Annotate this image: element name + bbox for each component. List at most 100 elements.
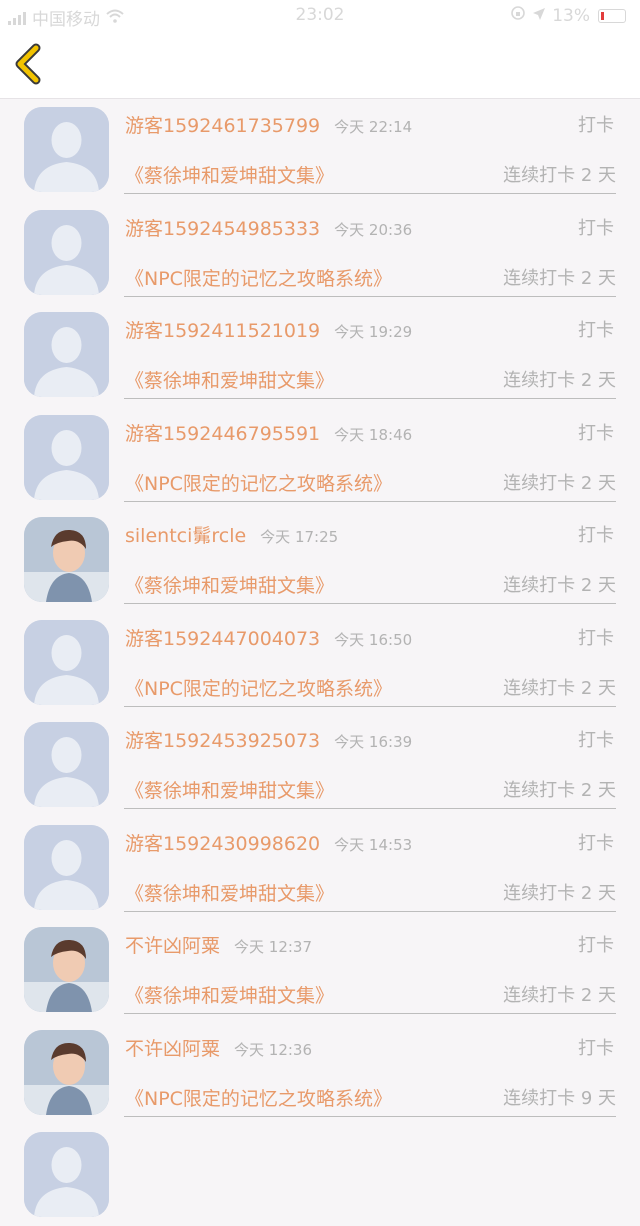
default-avatar-icon[interactable] bbox=[24, 1132, 109, 1217]
row-divider bbox=[124, 1013, 616, 1014]
row-divider bbox=[124, 398, 616, 399]
user-name[interactable]: 游客1592447004073 bbox=[125, 628, 320, 650]
list-item[interactable]: 游客1592446795591 今天 18:46 打卡《NPC限定的记忆之攻略系统》… bbox=[0, 407, 640, 509]
status-right: 13% bbox=[510, 5, 626, 26]
row-divider bbox=[124, 295, 616, 297]
checkin-streak: 连续打卡 2 天 bbox=[503, 370, 616, 391]
list-item[interactable]: 游客1592453925073 今天 16:39 打卡 《蔡徐坤和爱坤甜文集》 连续打卡… bbox=[0, 714, 640, 816]
book-title-link[interactable]: 《蔡徐坤和爱坤甜文集》 bbox=[125, 366, 334, 393]
checkin-streak: 连续打卡 2 天 bbox=[503, 472, 616, 494]
checkin-streak: 连续打卡 2 天 bbox=[503, 985, 616, 1006]
checkin-streak: 连续打卡 2 天 bbox=[503, 267, 616, 289]
checkin-time: 今天 16:39 bbox=[334, 733, 413, 751]
book-title-link[interactable]: 《NPC限定的记忆之攻略系统》 bbox=[125, 1084, 392, 1111]
default-avatar-icon[interactable] bbox=[24, 312, 109, 397]
checkin-streak: 连续打卡 2 天 bbox=[503, 165, 616, 186]
user-photo-avatar[interactable] bbox=[24, 927, 109, 1012]
back-button[interactable] bbox=[10, 40, 50, 88]
row-divider bbox=[124, 193, 616, 194]
checkin-time: 今天 22:14 bbox=[334, 118, 413, 136]
checkin-action-label: 打卡 bbox=[578, 1037, 614, 1059]
back-arrow-icon bbox=[15, 43, 41, 85]
navigation-bar bbox=[0, 30, 640, 99]
user-name-line: 游客1592430998620 今天 14:53 bbox=[125, 829, 412, 856]
book-title-link[interactable]: 《NPC限定的记忆之攻略系统》 bbox=[125, 674, 392, 701]
list-item[interactable]: 游客1592454985333 今天 20:36 打卡《NPC限定的记忆之攻略系统》… bbox=[0, 202, 640, 304]
orientation-lock-icon bbox=[510, 5, 526, 26]
user-name-line: 游客1592447004073 今天 16:50 bbox=[125, 624, 412, 651]
user-name-line: 游客1592461735799 今天 22:14 bbox=[125, 111, 412, 138]
user-photo-avatar[interactable] bbox=[24, 1029, 109, 1115]
row-divider bbox=[124, 500, 616, 502]
checkin-time: 今天 12:37 bbox=[234, 938, 313, 956]
checkin-action-label: 打卡 bbox=[578, 627, 614, 649]
user-name-line: 不许凶阿粟 今天 12:36 bbox=[125, 1034, 312, 1061]
user-name[interactable]: 游客1592461735799 bbox=[125, 115, 320, 137]
user-name-line: 游客1592411521019 今天 19:29 bbox=[125, 316, 412, 343]
user-name[interactable]: 游客1592453925073 bbox=[125, 730, 320, 752]
user-name[interactable]: 游客1592411521019 bbox=[125, 320, 320, 342]
row-divider bbox=[124, 808, 616, 809]
book-title-link[interactable]: 《NPC限定的记忆之攻略系统》 bbox=[125, 469, 392, 496]
list-item-partial[interactable] bbox=[0, 1124, 640, 1226]
checkin-streak: 连续打卡 9 天 bbox=[503, 1087, 616, 1109]
checkin-streak: 连续打卡 2 天 bbox=[503, 677, 616, 699]
user-name-line: silentci髴rcle 今天 17:25 bbox=[125, 521, 338, 548]
checkin-action-label: 打卡 bbox=[578, 422, 614, 444]
user-name[interactable]: 游客1592454985333 bbox=[125, 218, 320, 240]
user-name[interactable]: 不许凶阿粟 bbox=[125, 935, 220, 957]
default-avatar-icon[interactable] bbox=[24, 824, 109, 910]
checkin-time: 今天 20:36 bbox=[334, 220, 413, 239]
checkin-time: 今天 12:36 bbox=[234, 1040, 313, 1059]
checkin-time: 今天 16:50 bbox=[334, 630, 413, 649]
book-title-link[interactable]: 《蔡徐坤和爱坤甜文集》 bbox=[125, 776, 334, 803]
default-avatar-icon[interactable] bbox=[24, 209, 109, 295]
row-divider bbox=[124, 705, 616, 707]
checkin-streak: 连续打卡 2 天 bbox=[503, 575, 616, 596]
checkin-action-label: 打卡 bbox=[578, 525, 614, 546]
checkin-action-label: 打卡 bbox=[578, 217, 614, 239]
location-icon bbox=[532, 6, 546, 26]
list-item[interactable]: 游客1592461735799 今天 22:14 打卡《蔡徐坤和爱坤甜文集》 连续打卡… bbox=[0, 99, 640, 201]
user-name[interactable]: 游客1592430998620 bbox=[125, 833, 320, 855]
list-item[interactable]: 游客1592411521019 今天 19:29 打卡《蔡徐坤和爱坤甜文集》 连续打卡… bbox=[0, 304, 640, 406]
checkin-action-label: 打卡 bbox=[578, 320, 614, 341]
user-name[interactable]: 不许凶阿粟 bbox=[125, 1038, 220, 1060]
checkin-time: 今天 14:53 bbox=[334, 835, 413, 854]
book-title-link[interactable]: 《蔡徐坤和爱坤甜文集》 bbox=[125, 161, 334, 188]
row-divider bbox=[124, 603, 616, 604]
checkin-time: 今天 17:25 bbox=[260, 528, 339, 546]
book-title-link[interactable]: 《蔡徐坤和爱坤甜文集》 bbox=[125, 571, 334, 598]
default-avatar-icon[interactable] bbox=[24, 722, 109, 807]
checkin-time: 今天 18:46 bbox=[334, 425, 413, 444]
user-name[interactable]: silentci髴rcle bbox=[125, 525, 246, 547]
checkin-streak: 连续打卡 2 天 bbox=[503, 780, 616, 801]
checkin-action-label: 打卡 bbox=[578, 832, 614, 854]
default-avatar-icon[interactable] bbox=[24, 107, 109, 192]
list-item[interactable]: silentci髴rcle 今天 17:25 打卡《蔡徐坤和爱坤甜文集》 连续打卡 2… bbox=[0, 509, 640, 611]
battery-percent: 13% bbox=[552, 5, 590, 26]
battery-icon bbox=[598, 8, 626, 23]
list-item[interactable]: 游客1592447004073 今天 16:50 打卡《NPC限定的记忆之攻略系统》… bbox=[0, 612, 640, 714]
user-name-line: 游客1592446795591 今天 18:46 bbox=[125, 419, 412, 446]
default-avatar-icon[interactable] bbox=[24, 414, 109, 500]
row-divider bbox=[124, 910, 616, 912]
user-name-line: 不许凶阿粟 今天 12:37 bbox=[125, 931, 312, 958]
row-divider bbox=[124, 1115, 616, 1117]
user-name[interactable]: 游客1592446795591 bbox=[125, 423, 320, 445]
default-avatar-icon[interactable] bbox=[24, 619, 109, 705]
book-title-link[interactable]: 《NPC限定的记忆之攻略系统》 bbox=[125, 264, 392, 291]
list-item[interactable]: 游客1592430998620 今天 14:53 打卡《蔡徐坤和爱坤甜文集》 连续打卡… bbox=[0, 817, 640, 919]
status-bar: 中国移动 23:02 13% bbox=[0, 0, 640, 30]
checkin-action-label: 打卡 bbox=[578, 115, 614, 136]
book-title-link[interactable]: 《蔡徐坤和爱坤甜文集》 bbox=[125, 879, 334, 906]
user-name-line: 游客1592453925073 今天 16:39 bbox=[125, 726, 412, 753]
user-name-line: 游客1592454985333 今天 20:36 bbox=[125, 214, 412, 241]
checkin-action-label: 打卡 bbox=[578, 935, 614, 956]
checkin-time: 今天 19:29 bbox=[334, 323, 413, 341]
book-title-link[interactable]: 《蔡徐坤和爱坤甜文集》 bbox=[125, 981, 334, 1008]
list-item[interactable]: 不许凶阿粟 今天 12:36 打卡《NPC限定的记忆之攻略系统》 连续打卡 9 天 bbox=[0, 1022, 640, 1124]
list-item[interactable]: 不许凶阿粟 今天 12:37 打卡《蔡徐坤和爱坤甜文集》 连续打卡 2 天 bbox=[0, 919, 640, 1021]
checkin-streak: 连续打卡 2 天 bbox=[503, 882, 616, 904]
user-photo-avatar[interactable] bbox=[24, 517, 109, 602]
